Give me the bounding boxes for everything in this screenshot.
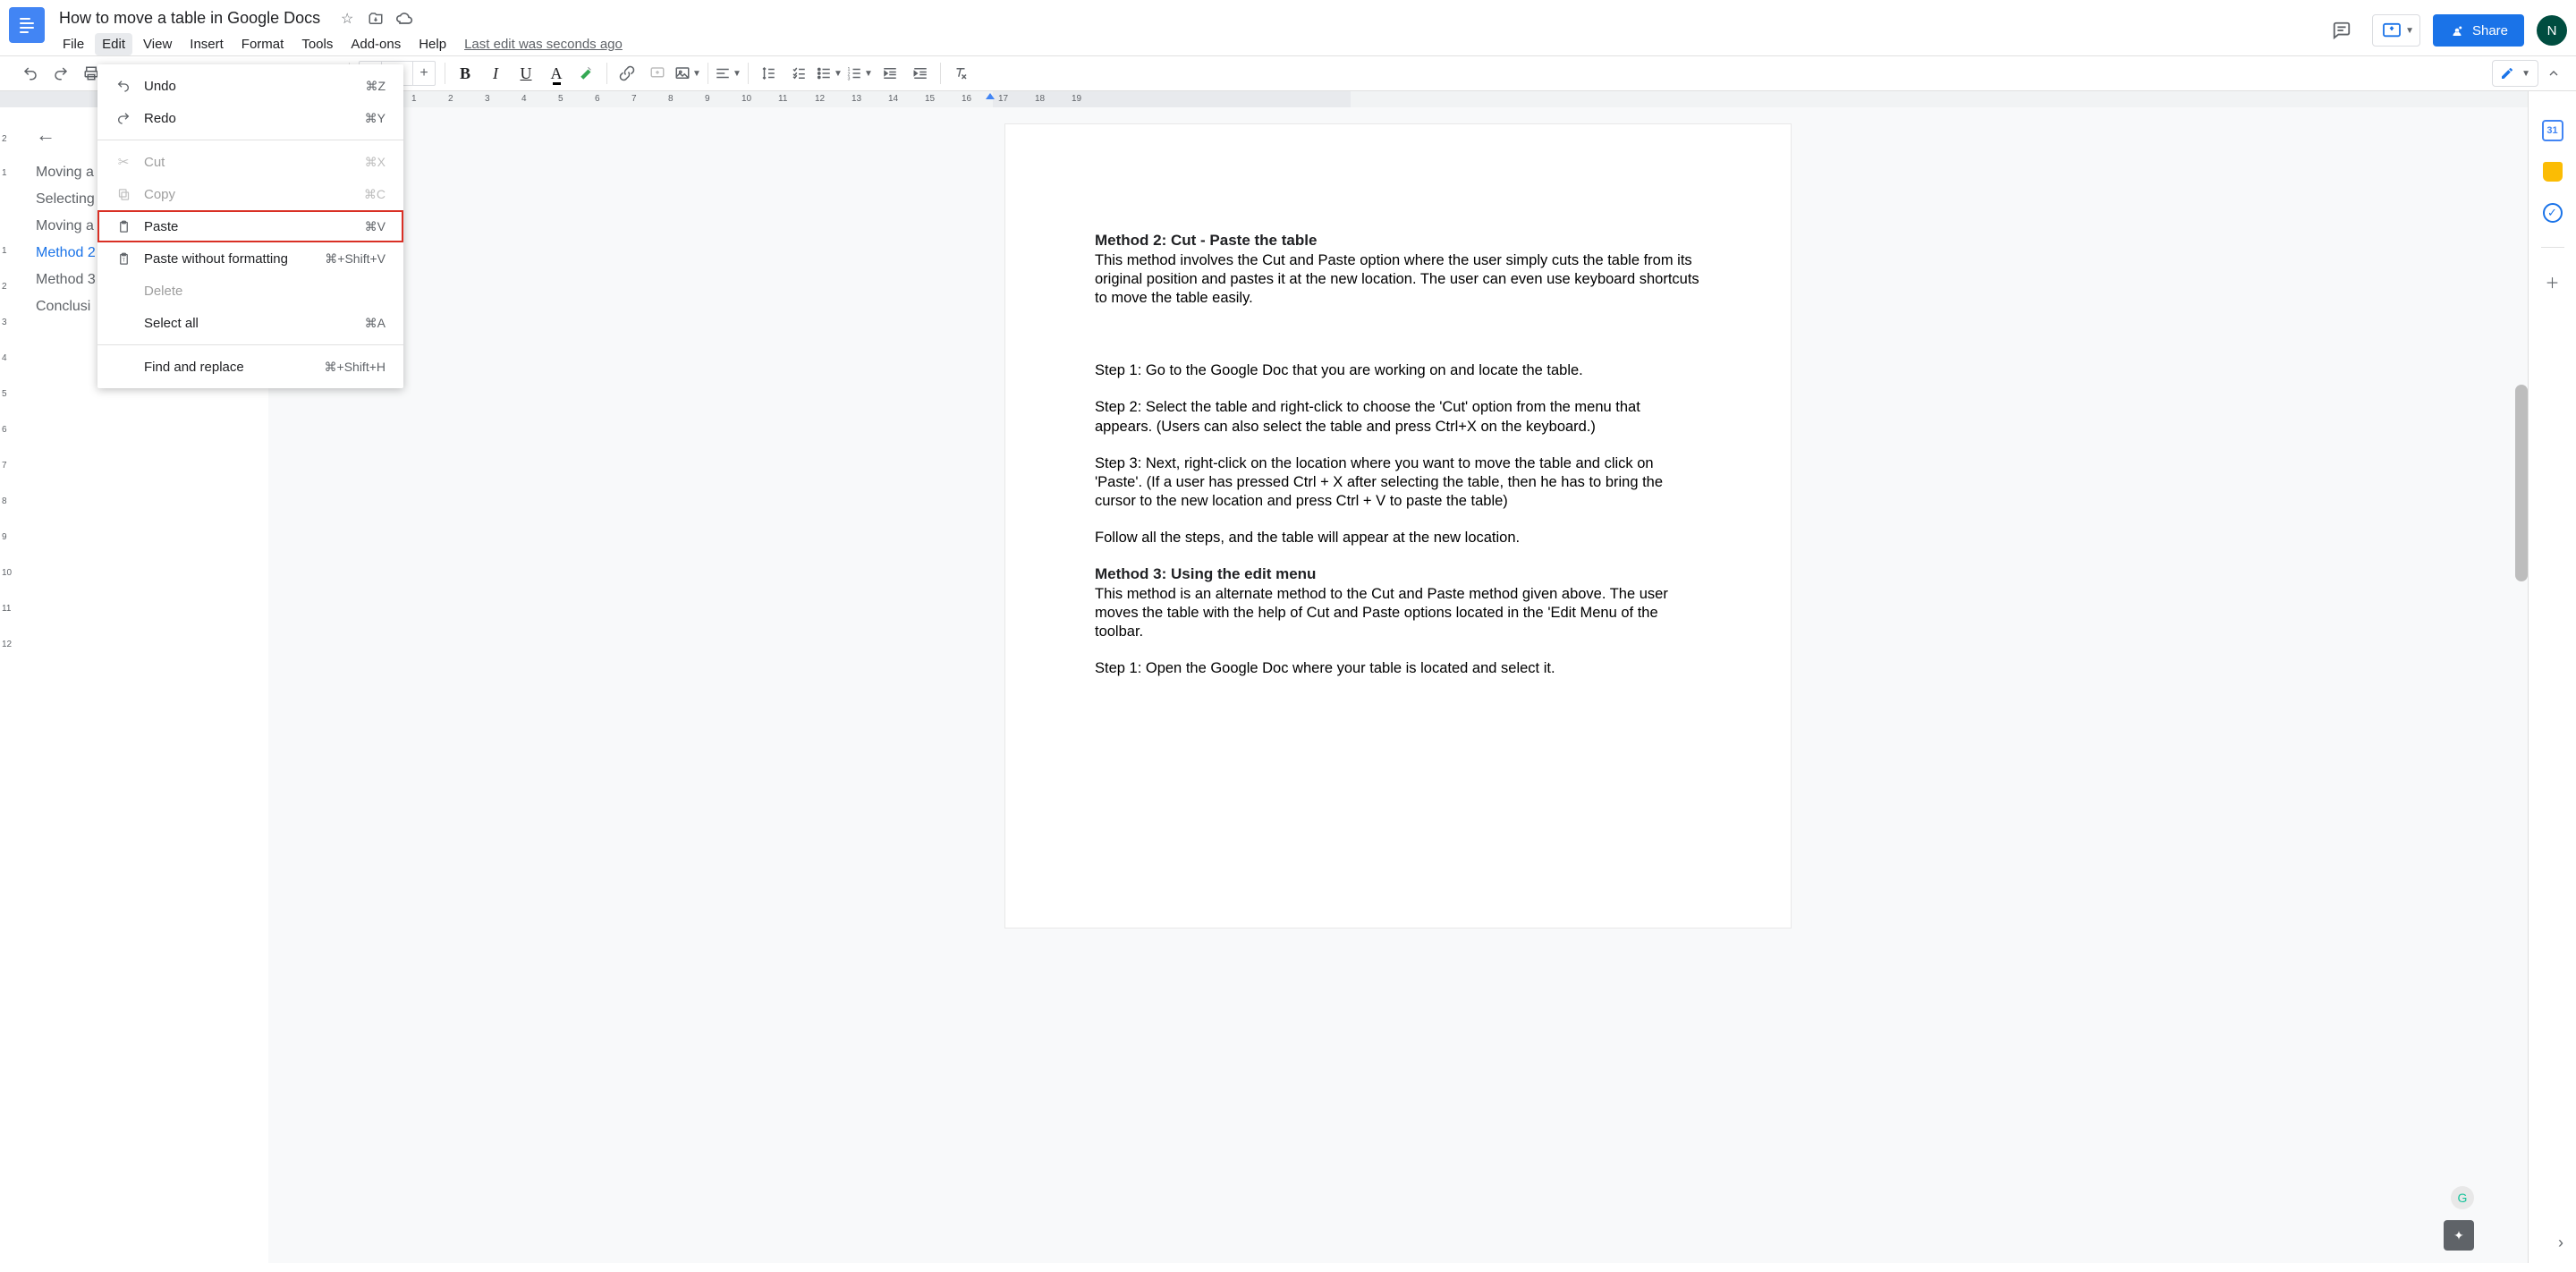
separator xyxy=(940,63,941,84)
sidepanel-toggle[interactable]: › xyxy=(2558,1234,2563,1252)
bold-button[interactable]: B xyxy=(451,59,479,88)
checklist-button[interactable] xyxy=(784,59,813,88)
menu-file[interactable]: File xyxy=(55,33,91,55)
paragraph: This method is an alternate method to th… xyxy=(1095,585,1701,641)
menu-item-cut[interactable]: ✂ Cut ⌘X xyxy=(97,146,403,178)
menu-insert[interactable]: Insert xyxy=(182,33,231,55)
paragraph: Step 1: Open the Google Doc where your t… xyxy=(1095,659,1701,678)
menu-format[interactable]: Format xyxy=(234,33,292,55)
editing-dropdown-icon: ▼ xyxy=(2520,69,2530,79)
tasks-icon[interactable]: ✓ xyxy=(2540,200,2565,225)
undo-button[interactable] xyxy=(16,59,45,88)
underline-button[interactable]: U xyxy=(512,59,540,88)
menu-tools[interactable]: Tools xyxy=(294,33,340,55)
menu-item-select-all[interactable]: Select all ⌘A xyxy=(97,307,403,339)
present-button[interactable]: ▼ xyxy=(2372,14,2420,47)
cut-icon: ✂ xyxy=(112,154,135,170)
menu-item-redo[interactable]: Redo ⌘Y xyxy=(97,102,403,134)
scrollbar-handle[interactable] xyxy=(2515,385,2528,581)
separator xyxy=(748,63,749,84)
redo-icon xyxy=(112,111,135,125)
document-page[interactable]: Method 2: Cut - Paste the table This met… xyxy=(1004,123,1792,929)
menu-item-undo[interactable]: Undo ⌘Z xyxy=(97,70,403,102)
share-button[interactable]: Share xyxy=(2433,14,2524,47)
explore-fab[interactable]: ✦ xyxy=(2444,1220,2474,1251)
present-dropdown-icon[interactable]: ▼ xyxy=(2405,26,2414,36)
star-icon[interactable]: ☆ xyxy=(338,10,356,28)
menu-item-find-replace[interactable]: Find and replace ⌘+Shift+H xyxy=(97,351,403,383)
indent-increase-button[interactable] xyxy=(906,59,935,88)
undo-icon xyxy=(112,79,135,93)
docs-logo-icon[interactable] xyxy=(9,7,45,43)
menu-view[interactable]: View xyxy=(136,33,179,55)
keep-icon[interactable] xyxy=(2540,159,2565,184)
account-avatar[interactable]: N xyxy=(2537,15,2567,46)
separator xyxy=(606,63,607,84)
paragraph: Step 3: Next, right-click on the locatio… xyxy=(1095,454,1701,511)
edit-menu-dropdown: Undo ⌘Z Redo ⌘Y ✂ Cut ⌘X Copy ⌘C Paste ⌘… xyxy=(97,64,403,388)
document-scroll-area[interactable]: Method 2: Cut - Paste the table This met… xyxy=(268,107,2528,1263)
paste-icon xyxy=(112,220,135,233)
link-button[interactable] xyxy=(613,59,641,88)
paste-nf-icon: T xyxy=(112,252,135,266)
grammarly-icon[interactable]: G xyxy=(2451,1186,2474,1209)
menu-item-paste[interactable]: Paste ⌘V xyxy=(97,210,403,242)
align-button[interactable]: ▼ xyxy=(714,59,742,88)
line-spacing-button[interactable] xyxy=(754,59,783,88)
paragraph: Follow all the steps, and the table will… xyxy=(1095,529,1701,547)
menu-item-delete[interactable]: Delete xyxy=(97,275,403,307)
redo-button[interactable] xyxy=(47,59,75,88)
heading-method3: Method 3: Using the edit menu xyxy=(1095,565,1701,583)
clear-formatting-button[interactable] xyxy=(946,59,975,88)
move-folder-icon[interactable] xyxy=(367,10,385,28)
doc-title[interactable]: How to move a table in Google Docs xyxy=(55,7,324,30)
separator xyxy=(2541,247,2564,248)
indent-decrease-button[interactable] xyxy=(876,59,904,88)
side-panel: 31 ✓ ＋ xyxy=(2528,107,2576,1263)
italic-button[interactable]: I xyxy=(481,59,510,88)
calendar-icon[interactable]: 31 xyxy=(2540,118,2565,143)
menu-addons[interactable]: Add-ons xyxy=(343,33,408,55)
get-addons-icon[interactable]: ＋ xyxy=(2540,269,2565,294)
comment-button[interactable] xyxy=(643,59,672,88)
separator xyxy=(97,344,403,345)
font-size-increase[interactable]: + xyxy=(413,65,435,81)
menu-bar: File Edit View Insert Format Tools Add-o… xyxy=(55,33,623,55)
svg-text:3: 3 xyxy=(848,77,851,82)
paragraph: Step 2: Select the table and right-click… xyxy=(1095,398,1701,436)
collapse-toolbar-button[interactable] xyxy=(2540,60,2567,87)
share-label: Share xyxy=(2472,23,2508,38)
comments-icon[interactable] xyxy=(2324,13,2360,48)
copy-icon xyxy=(112,188,135,201)
paragraph: Step 1: Go to the Google Doc that you ar… xyxy=(1095,361,1701,380)
menu-edit[interactable]: Edit xyxy=(95,33,132,55)
bullet-list-button[interactable]: ▼ xyxy=(815,59,843,88)
editing-mode-button[interactable]: ▼ xyxy=(2492,60,2538,87)
numbered-list-button[interactable]: 123▼ xyxy=(845,59,874,88)
menu-item-copy[interactable]: Copy ⌘C xyxy=(97,178,403,210)
highlight-button[interactable] xyxy=(572,59,601,88)
svg-text:T: T xyxy=(122,258,125,263)
menu-item-paste-without-formatting[interactable]: T Paste without formatting ⌘+Shift+V xyxy=(97,242,403,275)
menu-help[interactable]: Help xyxy=(411,33,453,55)
cloud-status-icon[interactable] xyxy=(395,10,413,28)
text-color-button[interactable]: A xyxy=(542,59,571,88)
heading-method2: Method 2: Cut - Paste the table xyxy=(1095,232,1701,250)
last-edit-link[interactable]: Last edit was seconds ago xyxy=(464,37,623,52)
paragraph: This method involves the Cut and Paste o… xyxy=(1095,251,1701,308)
image-button[interactable]: ▼ xyxy=(674,59,702,88)
